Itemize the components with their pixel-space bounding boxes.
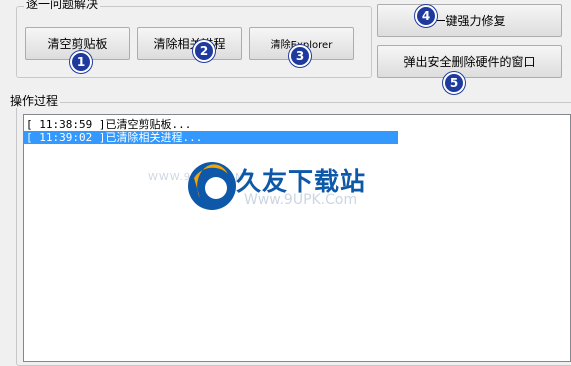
badge-1-icon: 1	[70, 51, 92, 73]
badge-2-icon: 2	[193, 40, 215, 62]
badge-5-icon: 5	[443, 72, 465, 94]
log-line[interactable]: [ 11:38:59 ]已清空剪贴板...	[24, 118, 570, 131]
badge-3-icon: 3	[289, 45, 311, 67]
log-line-selected[interactable]: [ 11:39:02 ]已清除相关进程...	[24, 131, 398, 144]
clear-clipboard-label: 清空剪贴板	[47, 37, 108, 51]
one-click-repair-button[interactable]: 一键强力修复	[377, 4, 562, 37]
one-click-repair-label: 一键强力修复	[433, 14, 506, 28]
safely-remove-hardware-label: 弹出安全删除硬件的窗口	[403, 55, 536, 69]
log-group-title: 操作过程	[8, 94, 61, 108]
badge-4-icon: 4	[415, 5, 437, 27]
clear-processes-button[interactable]: 清除相关进程	[137, 27, 242, 60]
problem-group-title: 逐一问题解决	[24, 0, 101, 11]
log-listbox[interactable]: [ 11:38:59 ]已清空剪贴板... [ 11:39:02 ]已清除相关进…	[23, 114, 571, 362]
safely-remove-hardware-button[interactable]: 弹出安全删除硬件的窗口	[377, 45, 562, 78]
